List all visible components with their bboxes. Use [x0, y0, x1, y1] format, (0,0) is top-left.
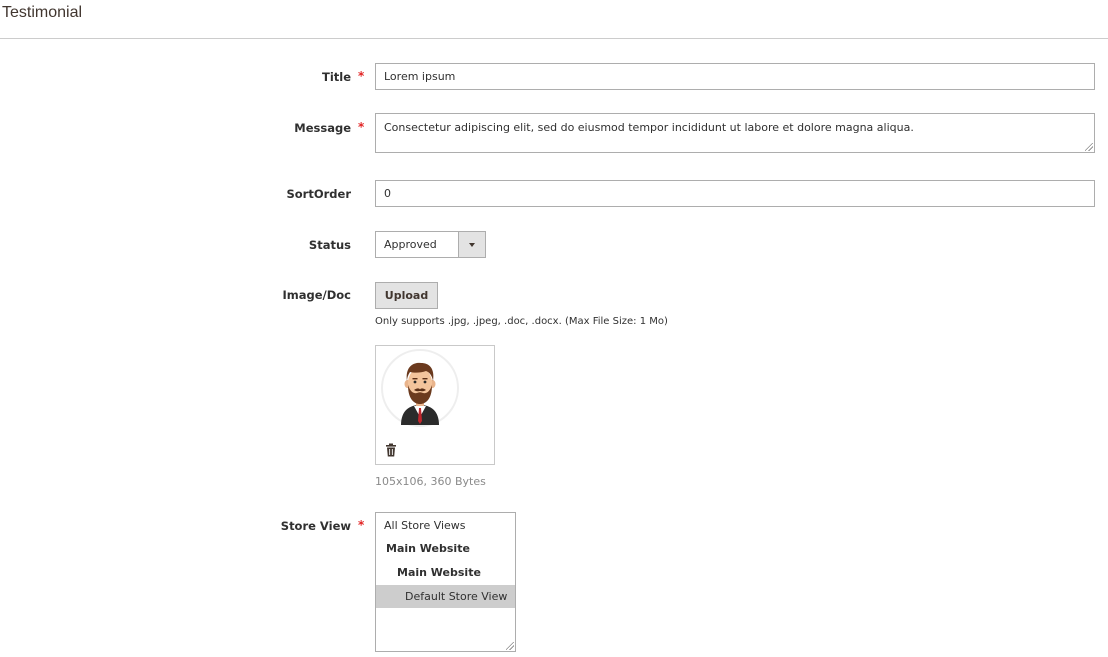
sort-order-label: SortOrder [286, 187, 351, 201]
store-view-label: Store View [280, 519, 351, 533]
store-view-required-marker: * [358, 518, 365, 532]
status-dropdown-toggle[interactable] [458, 232, 485, 257]
message-textarea[interactable]: Consectetur adipiscing elit, sed do eius… [375, 113, 1095, 153]
trash-icon[interactable] [385, 442, 397, 457]
image-preview [375, 345, 495, 465]
title-label: Title [321, 70, 351, 84]
image-doc-label: Image/Doc [282, 288, 351, 302]
upload-button[interactable]: Upload [375, 282, 438, 309]
message-label: Message [294, 121, 351, 135]
upload-hint: Only supports .jpg, .jpeg, .doc, .docx. … [375, 316, 668, 327]
section-title: Testimonial [2, 4, 83, 21]
chevron-down-icon [469, 243, 475, 247]
section-divider [0, 38, 1108, 39]
resize-grip-icon[interactable] [506, 642, 514, 650]
status-label: Status [308, 238, 351, 252]
store-view-multiselect[interactable]: All Store Views Main Website Main Websit… [375, 512, 516, 652]
resize-grip-icon[interactable] [1085, 143, 1093, 151]
title-required-marker: * [358, 69, 365, 83]
file-meta: 105x106, 360 Bytes [375, 475, 486, 488]
sort-order-input[interactable]: 0 [375, 180, 1095, 207]
message-required-marker: * [358, 120, 365, 134]
store-view-option-group: Main Website [386, 542, 470, 555]
store-view-option[interactable]: All Store Views [376, 514, 515, 537]
title-input[interactable]: Lorem ipsum [375, 63, 1095, 90]
status-select[interactable]: Approved [375, 231, 486, 258]
avatar-man-icon [381, 349, 459, 427]
status-selected-value: Approved [384, 238, 437, 251]
store-view-option-selected[interactable]: Default Store View [376, 585, 515, 608]
message-text: Consectetur adipiscing elit, sed do eius… [384, 121, 914, 134]
store-view-option-group: Main Website Store [397, 566, 481, 602]
